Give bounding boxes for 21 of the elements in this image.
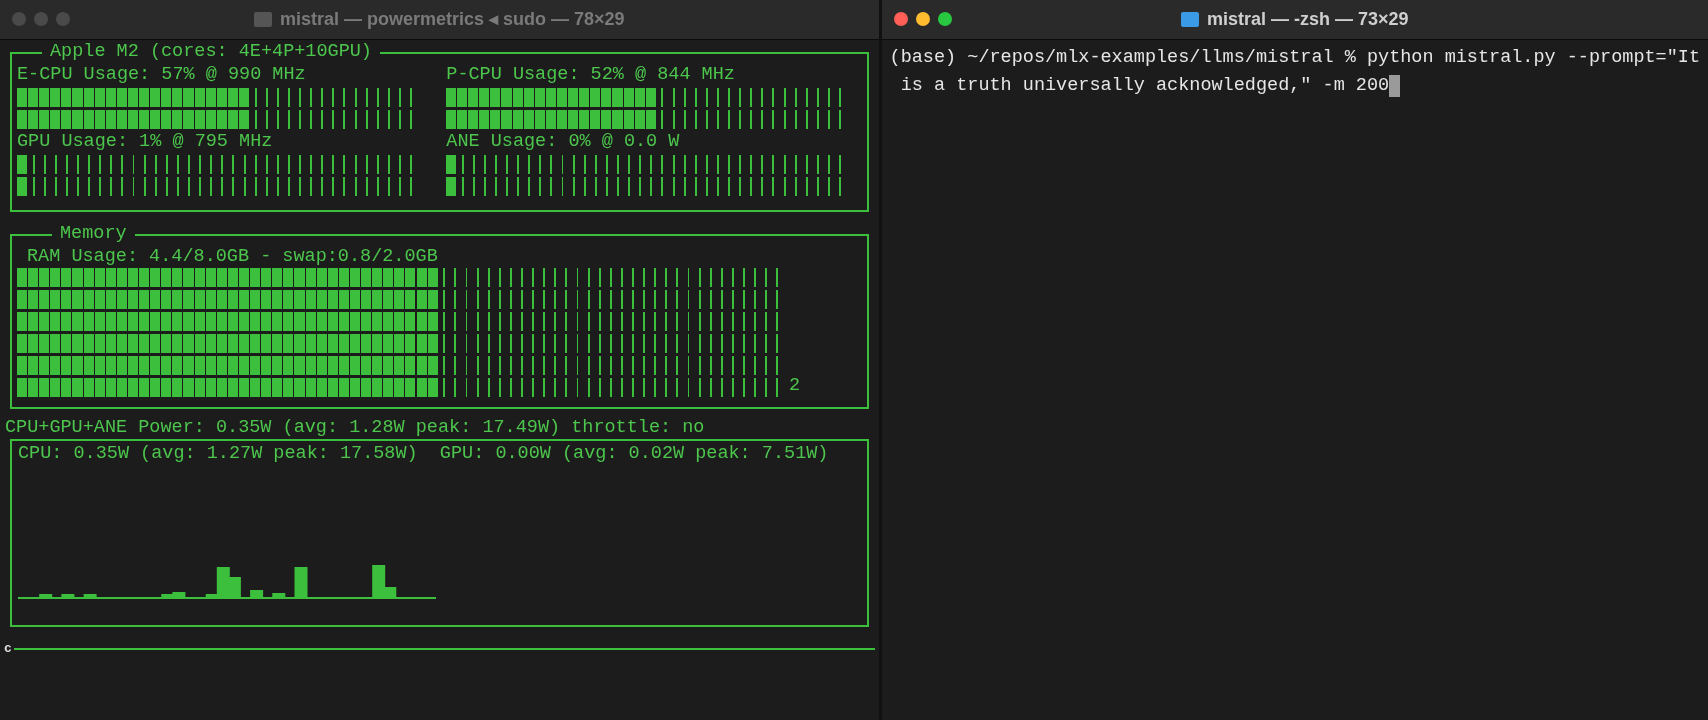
text-cursor <box>1389 75 1401 97</box>
power-label: CPU: 0.35W (avg: 1.27W peak: 17.58W) GPU: 0.00W (avg: 0.02W peak: 7.51W) <box>18 443 830 465</box>
folder-icon <box>1181 12 1199 27</box>
zoom-button[interactable] <box>937 12 952 26</box>
command-line: is a truth universally acknowledged," -m 200 <box>899 74 1390 98</box>
command-line: (base) ~/repos/mlx-examples/llms/mistral % python mistral.py --prompt="It <box>889 46 1700 70</box>
gauge-label: E-CPU Usage: 57% @ 990 MHz <box>17 64 307 86</box>
stray-text: c <box>4 640 12 658</box>
memory-label: RAM Usage: 4.4/8.0GB - swap:0.8/2.0GB <box>26 246 439 268</box>
gauge-label: ANE Usage: 0% @ 0.0 W <box>446 131 681 153</box>
window-title: mistral — powermetrics ◂ sudo — 78×29 <box>279 8 625 31</box>
power-heading: CPU+GPU+ANE Power: 0.35W (avg: 1.28W peak: 17.49W) throttle: no <box>5 417 706 439</box>
folder-icon <box>253 12 272 27</box>
panel-title: Memory <box>52 223 135 245</box>
minimize-button[interactable] <box>915 12 930 26</box>
gauge-label: P-CPU Usage: 52% @ 844 MHz <box>446 64 736 86</box>
stray-text: 2 <box>788 375 800 397</box>
gauge-label: GPU Usage: 1% @ 795 MHz <box>17 131 274 153</box>
window-title: mistral — -zsh — 73×29 <box>1207 8 1409 31</box>
close-button[interactable] <box>893 12 908 26</box>
panel-title: Apple M2 (cores: 4E+4P+10GPU) <box>42 41 380 63</box>
